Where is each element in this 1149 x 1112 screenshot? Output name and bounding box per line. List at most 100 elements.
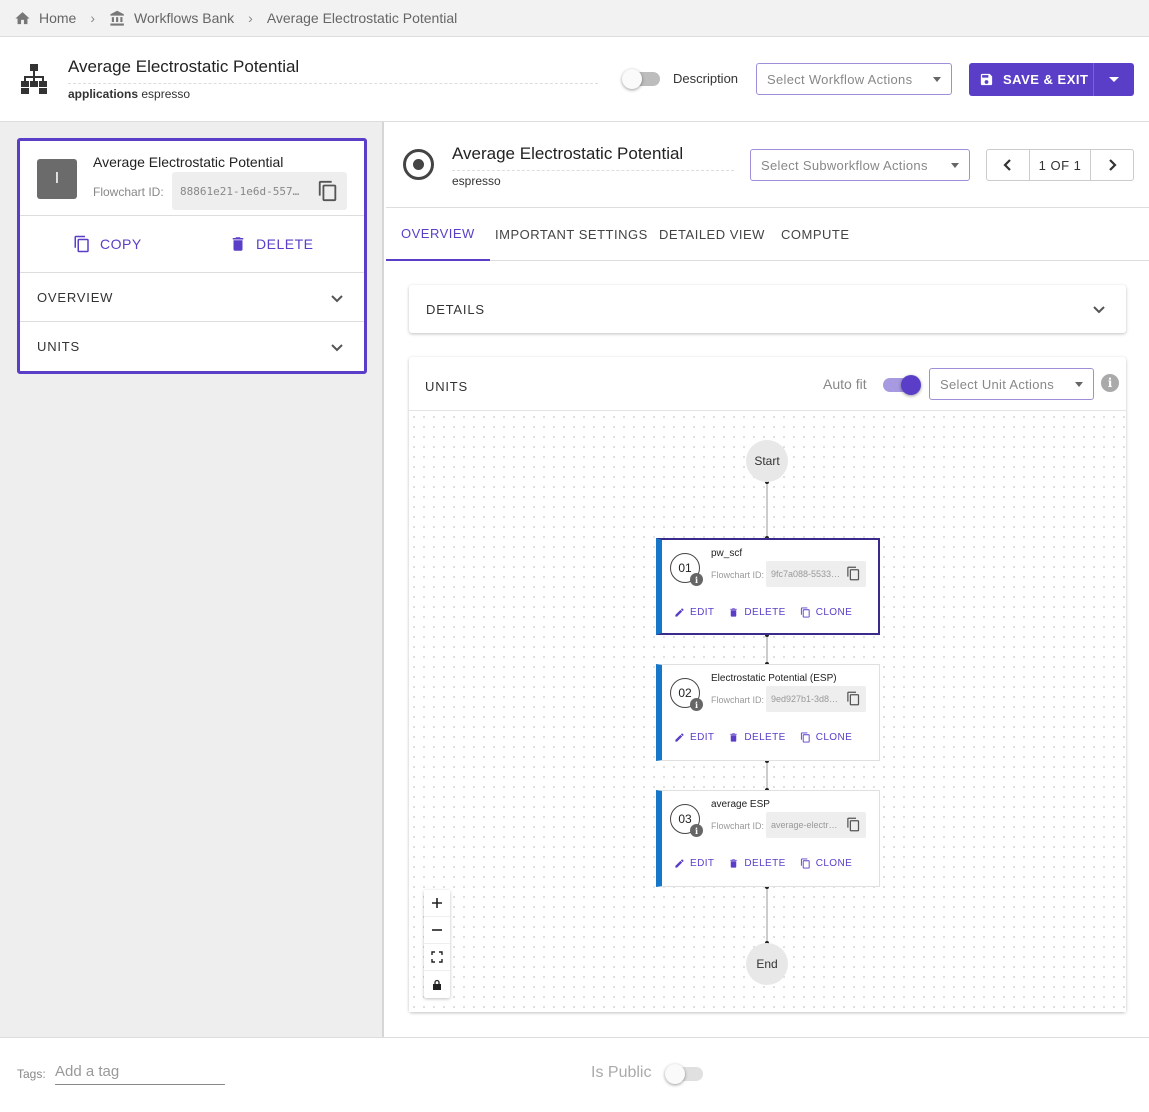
subworkflow-pager: 1 OF 1 (986, 149, 1134, 181)
copy-id-icon[interactable] (317, 180, 339, 202)
breadcrumb-home[interactable]: Home (14, 10, 76, 27)
tab-compute[interactable]: COMPUTE (781, 208, 850, 261)
unit-clone-button[interactable]: CLONE (800, 607, 852, 618)
is-public-toggle[interactable] (665, 1064, 703, 1084)
breadcrumb-home-label: Home (39, 10, 77, 26)
workflow-card-name: Average Electrostatic Potential (93, 154, 284, 170)
unit-flowchart-id-label: Flowchart ID: (711, 821, 765, 831)
units-accordion[interactable]: UNITS (20, 322, 364, 371)
delete-button[interactable]: DELETE (229, 235, 313, 253)
info-icon[interactable]: i (1101, 374, 1119, 392)
trash-icon (232, 237, 244, 251)
unit-edit-label: EDIT (690, 732, 715, 743)
trash-icon (730, 733, 738, 742)
flowchart-canvas[interactable]: Start 01 i pw_scf Flowchart ID: 9fc7a088… (409, 412, 1126, 1012)
caret-down-icon (951, 163, 959, 168)
caret-down-icon (1109, 77, 1119, 82)
tags-label: Tags: (17, 1067, 46, 1081)
unit-flowchart-id-value: 9fc7a088-5533… (771, 569, 841, 579)
pencil-icon (675, 859, 684, 868)
application-label: applications (68, 87, 139, 101)
copy-id-icon[interactable] (846, 817, 861, 832)
end-node[interactable]: End (746, 943, 788, 985)
save-exit-button[interactable]: SAVE & EXIT (969, 63, 1094, 96)
unit-clone-label: CLONE (815, 732, 853, 743)
subworkflow-radio-icon (403, 149, 434, 180)
unit-number-text: 01 (678, 561, 692, 575)
copy-label: COPY (100, 236, 142, 252)
workflow-actions-select[interactable]: Select Workflow Actions (756, 63, 952, 95)
fit-view-button[interactable] (424, 944, 450, 971)
unit-edit-button[interactable]: EDIT (674, 607, 714, 618)
unit-number: 03 i (670, 804, 703, 837)
footer: Tags: Add a tag Is Public (0, 1037, 1149, 1112)
trash-icon (730, 608, 738, 617)
clone-icon (800, 858, 810, 869)
unit-actions-placeholder: Select Unit Actions (940, 376, 1055, 392)
autofit-toggle[interactable] (883, 375, 921, 395)
unit-edit-label: EDIT (690, 607, 715, 618)
unit-actions-select[interactable]: Select Unit Actions (929, 368, 1094, 400)
description-toggle[interactable] (622, 69, 660, 89)
unit-edit-button[interactable]: EDIT (674, 732, 714, 743)
details-accordion[interactable]: DETAILS (409, 285, 1126, 333)
chevron-down-icon (330, 340, 344, 354)
unit-edit-button[interactable]: EDIT (674, 858, 714, 869)
zoom-out-button[interactable] (424, 917, 450, 944)
unit-number: 02 i (670, 678, 703, 711)
unit-delete-label: DELETE (744, 858, 786, 869)
copy-button[interactable]: COPY (73, 235, 142, 253)
units-panel-label: UNITS (425, 379, 468, 394)
start-node[interactable]: Start (746, 440, 788, 482)
copy-id-icon[interactable] (846, 691, 861, 706)
tab-overview[interactable]: OVERVIEW (386, 208, 490, 261)
unit-flowchart-id-value: 9ed927b1-3d8… (771, 694, 839, 704)
workflow-avatar: I (37, 159, 77, 199)
copy-icon (74, 235, 89, 253)
tags-input[interactable]: Add a tag (55, 1058, 225, 1085)
unit-flowchart-id-value: average-electr… (771, 820, 838, 830)
prev-page-button[interactable] (987, 150, 1029, 180)
save-icon (980, 73, 993, 86)
unit-card-01[interactable]: 01 i pw_scf Flowchart ID: 9fc7a088-5533…… (656, 538, 880, 635)
tab-important-settings[interactable]: IMPORTANT SETTINGS (495, 208, 648, 261)
workflow-application: applications espresso (68, 87, 190, 101)
workflow-hierarchy-icon (20, 64, 48, 94)
next-page-button[interactable] (1091, 150, 1133, 180)
overview-accordion-label: OVERVIEW (37, 289, 114, 305)
workflow-title-input[interactable]: Average Electrostatic Potential (68, 57, 598, 84)
tab-detailed-view[interactable]: DETAILED VIEW (659, 208, 765, 261)
chevron-right-icon (1109, 159, 1117, 171)
toggle-knob (901, 375, 921, 395)
unit-delete-button[interactable]: DELETE (728, 732, 785, 743)
unit-delete-button[interactable]: DELETE (728, 607, 785, 618)
unit-clone-button[interactable]: CLONE (800, 858, 852, 869)
info-badge-icon: i (690, 573, 703, 586)
workflow-actions-placeholder: Select Workflow Actions (767, 71, 913, 87)
breadcrumb-workflows-bank[interactable]: Workflows Bank (109, 10, 234, 27)
unit-clone-button[interactable]: CLONE (800, 732, 852, 743)
save-options-dropdown[interactable] (1094, 63, 1134, 96)
flowchart-id-value: 88861e21-1e6d-557… (180, 184, 300, 198)
unit-delete-button[interactable]: DELETE (728, 858, 785, 869)
units-panel-header: UNITS Auto fit Select Unit Actions i (409, 357, 1126, 411)
subworkflow-title-input[interactable]: Average Electrostatic Potential (452, 144, 734, 171)
save-exit-label: SAVE & EXIT (1003, 72, 1089, 87)
unit-card-02[interactable]: 02 i Electrostatic Potential (ESP) Flowc… (656, 664, 880, 761)
details-label: DETAILS (426, 301, 485, 317)
pencil-icon (675, 733, 684, 742)
fit-view-icon (431, 951, 443, 963)
unit-flowchart-id-field: average-electr… (766, 812, 866, 838)
subworkflow-actions-select[interactable]: Select Subworkflow Actions (750, 149, 970, 181)
zoom-controls (424, 890, 450, 998)
clone-icon (800, 607, 810, 618)
unit-actions: EDIT DELETE CLONE (674, 607, 852, 618)
units-panel: UNITS Auto fit Select Unit Actions i Sta… (409, 357, 1126, 1012)
zoom-in-button[interactable] (424, 890, 450, 917)
lock-button[interactable] (424, 971, 450, 998)
chevron-down-icon (1092, 302, 1106, 316)
unit-actions: EDIT DELETE CLONE (674, 732, 852, 743)
overview-accordion[interactable]: OVERVIEW (20, 273, 364, 322)
copy-id-icon[interactable] (846, 566, 861, 581)
unit-card-03[interactable]: 03 i average ESP Flowchart ID: average-e… (656, 790, 880, 887)
